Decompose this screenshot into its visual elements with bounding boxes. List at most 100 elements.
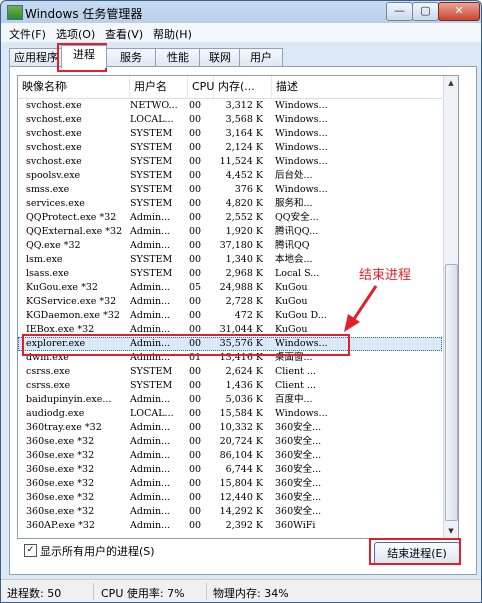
process-user: SYSTEM xyxy=(130,366,173,377)
process-user: Admin... xyxy=(130,212,171,223)
process-mem: 3,312 K xyxy=(225,100,263,111)
process-user: Admin... xyxy=(130,310,171,321)
menu-options[interactable]: 选项(O) xyxy=(56,26,95,42)
process-desc: Client ... xyxy=(275,380,316,391)
process-list[interactable]: 映像名称 ▲ 用户名 CPU 内存(... 描述 svchost.exe NETW… xyxy=(17,75,459,539)
process-mem: 1,436 K xyxy=(225,380,263,391)
process-desc: Windows... xyxy=(275,128,328,139)
process-desc: Windows... xyxy=(275,408,328,419)
process-row[interactable]: 360tray.exe *32 Admin... 00 10,332 K 360安全..… xyxy=(18,421,442,435)
process-row[interactable]: QQProtect.exe *32 Admin... 00 2,552 K QQ安全..… xyxy=(18,211,442,225)
process-row[interactable]: services.exe SYSTEM 00 4,820 K 服务和... xyxy=(18,197,442,211)
process-name: 360se.exe *32 xyxy=(26,492,95,503)
process-mem: 14,292 K xyxy=(219,506,263,517)
process-row[interactable]: csrss.exe SYSTEM 00 1,436 K Client ... xyxy=(18,379,442,393)
maximize-button[interactable]: ▢ xyxy=(412,2,439,21)
column-image-name-label: 映像名称 xyxy=(22,80,66,93)
process-cpu: 00 xyxy=(189,296,202,307)
column-memory[interactable]: 内存(... xyxy=(214,76,272,98)
tab-performance[interactable]: 性能 xyxy=(155,48,201,67)
status-divider xyxy=(93,583,94,600)
process-row[interactable]: smss.exe SYSTEM 00 376 K Windows... xyxy=(18,183,442,197)
process-mem: 2,968 K xyxy=(225,268,263,279)
status-memory: 物理内存: 34% xyxy=(213,587,289,600)
tab-processes[interactable]: 进程 xyxy=(61,45,107,68)
process-row[interactable]: QQ.exe *32 Admin... 00 37,180 K 腾讯QQ xyxy=(18,239,442,253)
process-row[interactable]: 360se.exe *32 Admin... 00 86,104 K 360安全... xyxy=(18,449,442,463)
sort-arrow-icon: ▲ xyxy=(63,82,68,89)
process-row[interactable]: svchost.exe NETWO... 00 3,312 K Windows... xyxy=(18,99,442,113)
column-user-name[interactable]: 用户名 xyxy=(130,76,188,98)
scroll-down-icon[interactable]: ▼ xyxy=(445,524,457,538)
process-name: svchost.exe xyxy=(26,128,82,139)
tab-users[interactable]: 用户 xyxy=(239,48,283,67)
process-user: SYSTEM xyxy=(130,198,173,209)
process-mem: 4,820 K xyxy=(225,198,263,209)
process-user: Admin... xyxy=(130,394,171,405)
menu-view[interactable]: 查看(V) xyxy=(105,26,143,42)
process-name: 360AP.exe *32 xyxy=(26,520,95,531)
title-bar[interactable]: Windows 任务管理器 — ▢ ✕ xyxy=(1,1,481,23)
process-desc: 腾讯QQ... xyxy=(275,226,319,237)
process-name: lsass.exe xyxy=(26,268,69,279)
process-user: Admin... xyxy=(130,506,171,517)
column-cpu[interactable]: CPU xyxy=(188,76,214,98)
process-name: csrss.exe xyxy=(26,380,71,391)
scroll-up-icon[interactable]: ▲ xyxy=(445,76,457,90)
process-desc: Windows... xyxy=(275,100,328,111)
process-user: Admin... xyxy=(130,422,171,433)
process-user: SYSTEM xyxy=(130,380,173,391)
process-row[interactable]: 360se.exe *32 Admin... 00 15,804 K 360安全... xyxy=(18,477,442,491)
process-row[interactable]: QQExternal.exe *32 Admin... 00 1,920 K 腾讯QQ.… xyxy=(18,225,442,239)
scrollbar-thumb[interactable] xyxy=(445,264,458,521)
close-button[interactable]: ✕ xyxy=(438,2,480,21)
process-user: Admin... xyxy=(130,240,171,251)
menu-help[interactable]: 帮助(H) xyxy=(153,26,192,42)
process-name: svchost.exe xyxy=(26,100,82,111)
process-row[interactable]: baidupinyin.exe... Admin... 00 5,036 K 百度中..… xyxy=(18,393,442,407)
process-row[interactable]: 360AP.exe *32 Admin... 00 2,392 K 360WiFi xyxy=(18,519,442,533)
process-name: svchost.exe xyxy=(26,156,82,167)
process-desc: KuGou xyxy=(275,282,308,293)
status-process-count: 进程数: 50 xyxy=(7,587,62,600)
column-description[interactable]: 描述 xyxy=(272,76,442,98)
process-row[interactable]: 360se.exe *32 Admin... 00 14,292 K 360安全... xyxy=(18,505,442,519)
process-row[interactable]: 360se.exe *32 Admin... 00 6,744 K 360安全... xyxy=(18,463,442,477)
process-cpu: 05 xyxy=(189,282,202,293)
process-row[interactable]: csrss.exe SYSTEM 00 2,624 K Client ... xyxy=(18,365,442,379)
process-desc: 本地会... xyxy=(275,254,313,265)
process-name: 360tray.exe *32 xyxy=(26,422,102,433)
selected-row-highlight-box xyxy=(22,334,350,356)
tab-strip: 应用程序 进程 服务 性能 联网 用户 xyxy=(9,45,479,68)
annotation-label: 结束进程 xyxy=(359,268,412,283)
tab-applications[interactable]: 应用程序 xyxy=(9,48,63,67)
process-desc: Windows... xyxy=(275,184,328,195)
process-mem: 2,624 K xyxy=(225,366,263,377)
process-mem: 376 K xyxy=(234,184,263,195)
minimize-button[interactable]: — xyxy=(386,2,413,21)
process-name: svchost.exe xyxy=(26,114,82,125)
process-desc: 腾讯QQ xyxy=(275,240,310,251)
process-row[interactable]: 360se.exe *32 Admin... 00 20,724 K 360安全... xyxy=(18,435,442,449)
menu-file[interactable]: 文件(F) xyxy=(9,26,46,42)
process-mem: 1,920 K xyxy=(225,226,263,237)
process-row[interactable]: svchost.exe SYSTEM 00 11,524 K Windows... xyxy=(18,155,442,169)
process-row[interactable]: svchost.exe LOCAL... 00 3,568 K Windows... xyxy=(18,113,442,127)
tab-networking[interactable]: 联网 xyxy=(199,48,241,67)
process-desc: Client ... xyxy=(275,366,316,377)
process-row[interactable]: audiodg.exe LOCAL... 00 15,584 K Windows... xyxy=(18,407,442,421)
tab-services[interactable]: 服务 xyxy=(105,48,157,67)
process-mem: 2,392 K xyxy=(225,520,263,531)
process-desc: 360安全... xyxy=(275,478,322,489)
process-cpu: 00 xyxy=(189,464,202,475)
task-manager-icon xyxy=(7,5,23,20)
process-cpu: 00 xyxy=(189,366,202,377)
column-image-name[interactable]: 映像名称 ▲ xyxy=(18,76,130,98)
process-mem: 2,728 K xyxy=(225,296,263,307)
process-row[interactable]: 360se.exe *32 Admin... 00 12,440 K 360安全... xyxy=(18,491,442,505)
process-row[interactable]: svchost.exe SYSTEM 00 3,164 K Windows... xyxy=(18,127,442,141)
show-all-users-checkbox[interactable]: ✓ xyxy=(24,544,37,557)
vertical-scrollbar[interactable]: ▲ ▼ xyxy=(443,76,458,538)
process-row[interactable]: svchost.exe SYSTEM 00 2,124 K Windows... xyxy=(18,141,442,155)
process-row[interactable]: spoolsv.exe SYSTEM 00 4,452 K 后台处... xyxy=(18,169,442,183)
